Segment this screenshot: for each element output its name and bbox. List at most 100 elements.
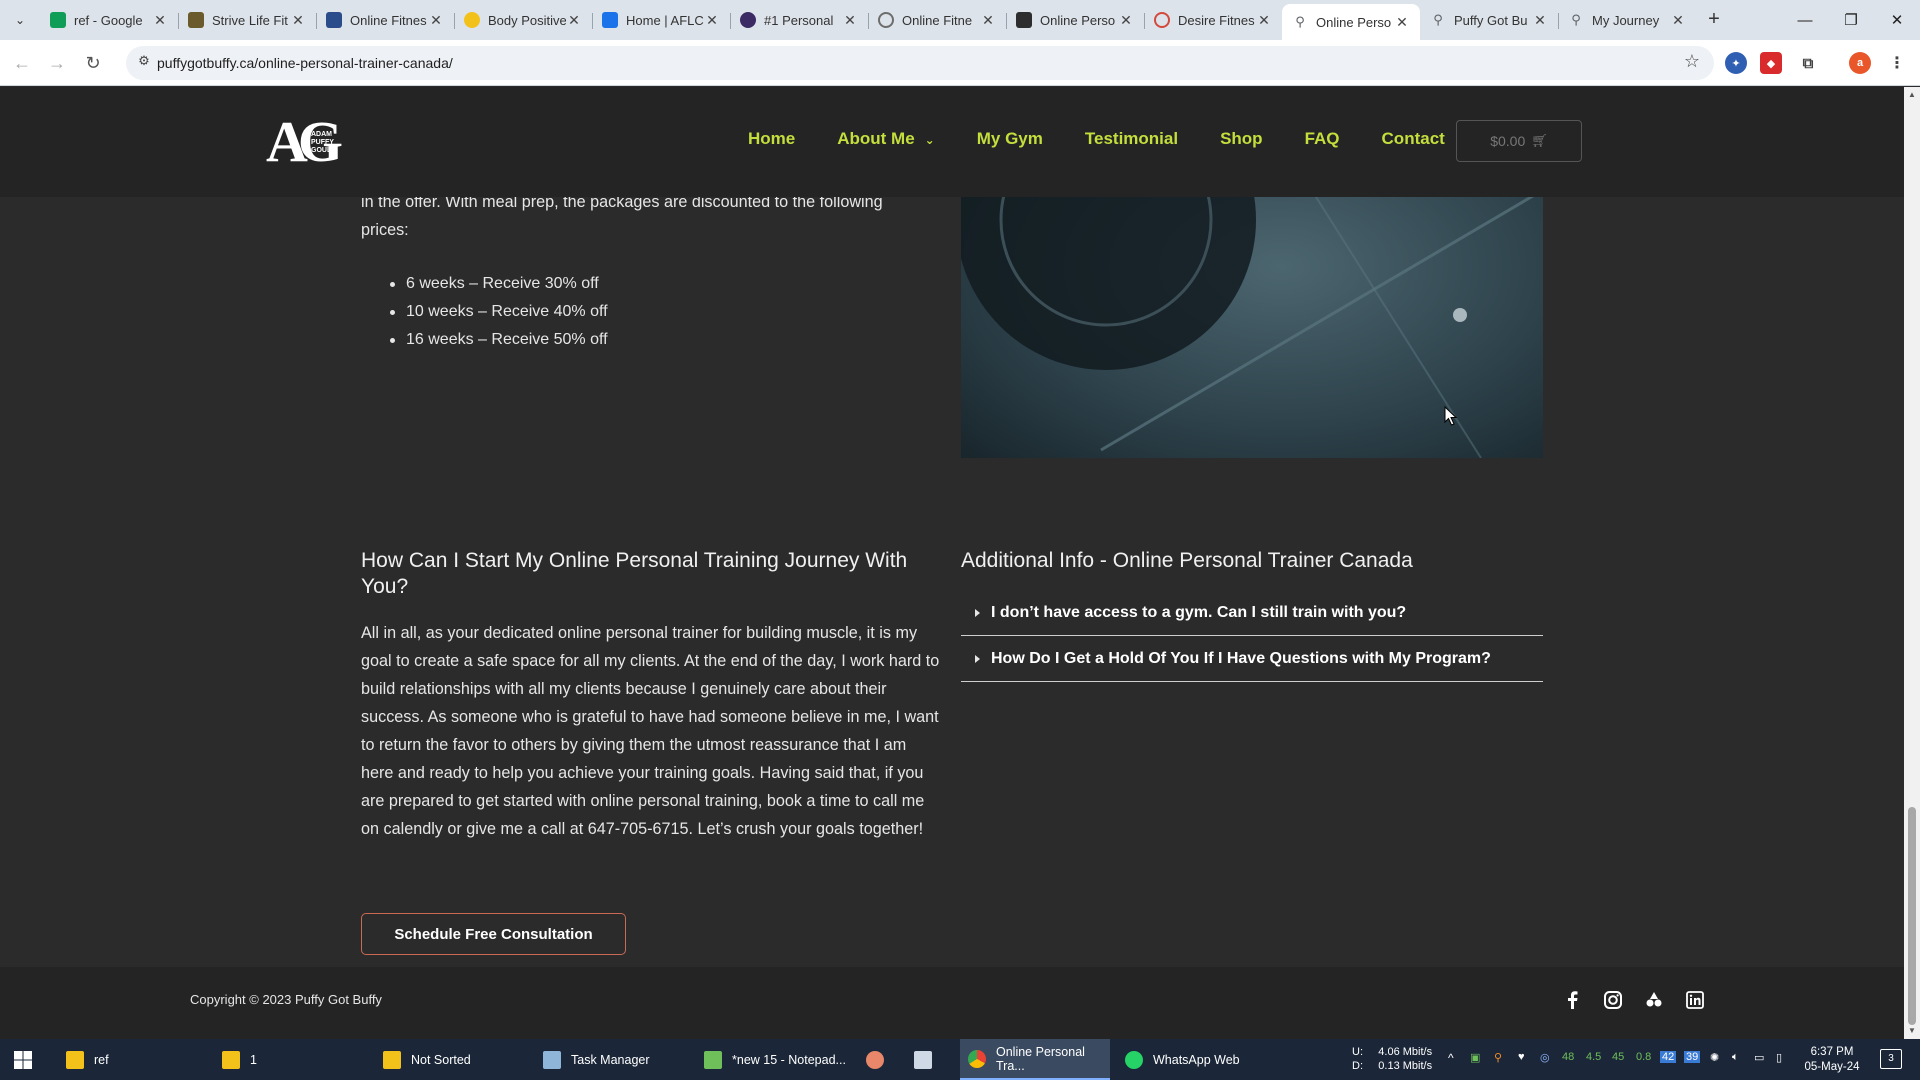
nav-item-about[interactable]: About Me ⌄ [837, 129, 935, 149]
battery-icon[interactable]: ▭ [1754, 1051, 1764, 1064]
more-menu-icon[interactable]: ⋮ [1886, 52, 1908, 74]
nav-item-testimonial[interactable]: Testimonial [1085, 129, 1178, 149]
window-close-icon[interactable]: ✕ [1874, 0, 1920, 40]
tray-app-icon[interactable]: ✺ [1710, 1051, 1719, 1064]
tab[interactable]: Strive Life Fit ✕ [178, 4, 316, 36]
tab[interactable]: Online Perso ✕ [1006, 4, 1144, 36]
close-icon[interactable]: ✕ [566, 12, 582, 29]
list-item: 6 weeks – Receive 30% off [390, 270, 608, 298]
address-bar[interactable]: ⚙ puffygotbuffy.ca/online-personal-train… [126, 46, 1714, 80]
schedule-consultation-button[interactable]: Schedule Free Consultation [361, 913, 626, 955]
tab[interactable]: Body Positive ✕ [454, 4, 592, 36]
tab-search-chevron-icon[interactable]: ⌄ [8, 8, 32, 32]
extension-shield-icon[interactable]: ◆ [1760, 52, 1782, 74]
nav-item-faq[interactable]: FAQ [1305, 129, 1340, 149]
nav-item-shop[interactable]: Shop [1220, 129, 1263, 149]
faq-item[interactable]: I don’t have access to a gym. Can I stil… [961, 590, 1543, 636]
tray-value: 45 [1612, 1051, 1625, 1063]
restore-icon[interactable]: ❐ [1828, 0, 1874, 40]
scrollbar-thumb[interactable] [1908, 807, 1916, 1025]
tab[interactable]: ⚲ My Journey ✕ [1558, 4, 1696, 36]
extension-icon[interactable]: ✦ [1725, 52, 1747, 74]
cart-button[interactable]: $0.00 🛒︎ [1456, 120, 1582, 162]
tab[interactable]: Online Fitne ✕ [868, 4, 1006, 36]
page-scrollbar[interactable]: ▲ ▼ [1904, 87, 1920, 1039]
nav-item-my-gym[interactable]: My Gym [977, 129, 1043, 149]
tab[interactable]: Home | AFLC ✕ [592, 4, 730, 36]
tray-search-icon[interactable]: ⚲ [1494, 1051, 1502, 1064]
close-icon[interactable]: ✕ [980, 12, 996, 29]
faq-question[interactable]: I don’t have access to a gym. Can I stil… [991, 604, 1406, 622]
notifications-icon[interactable]: 3 [1880, 1049, 1902, 1069]
windows-logo-icon [14, 1050, 32, 1069]
linkedin-icon[interactable] [1684, 989, 1706, 1011]
bookmark-star-icon[interactable]: ☆ [1684, 51, 1700, 72]
close-icon[interactable]: ✕ [1118, 12, 1134, 29]
tray-badge[interactable]: 42 [1660, 1051, 1677, 1063]
tab-active[interactable]: ⚲ Online Perso ✕ [1282, 4, 1420, 40]
whatsapp-icon [1125, 1050, 1143, 1069]
tab[interactable]: Online Fitnes ✕ [316, 4, 454, 36]
nav-item-label[interactable]: About Me [837, 129, 914, 148]
close-icon[interactable]: ✕ [1256, 12, 1272, 29]
site-logo[interactable]: AG ADAM PUFFY GOULD [266, 113, 344, 171]
close-icon[interactable]: ✕ [428, 12, 444, 29]
caret-right-icon [975, 608, 980, 617]
profile-avatar[interactable]: a [1849, 52, 1871, 74]
instagram-icon[interactable] [1602, 989, 1624, 1011]
page-content: in the offer. With meal prep, the packag… [0, 87, 1904, 1039]
back-icon[interactable]: ← [10, 51, 34, 75]
nav-item-contact[interactable]: Contact [1382, 129, 1445, 149]
browser-toolbar: ← → ↻ ⚙ puffygotbuffy.ca/online-personal… [0, 40, 1920, 86]
close-icon[interactable]: ✕ [842, 12, 858, 29]
network-speed: U: 4.06 Mbit/s D: 0.13 Mbit/s [1352, 1045, 1432, 1073]
taskbar-item[interactable]: Task Manager [535, 1039, 685, 1080]
taskbar-label: *new 15 - Notepad... [732, 1052, 846, 1067]
new-tab-icon[interactable]: + [1702, 8, 1726, 32]
facebook-icon[interactable] [1561, 989, 1583, 1011]
reload-icon[interactable]: ↻ [81, 51, 105, 75]
network-icon[interactable]: ▯ [1776, 1051, 1782, 1064]
taskbar-item[interactable] [858, 1039, 898, 1080]
taskbar-item-active[interactable]: Online Personal Tra... [960, 1039, 1110, 1080]
volume-icon[interactable]: 🔈︎ [1732, 1051, 1739, 1064]
taskbar-item[interactable]: ref [58, 1039, 208, 1080]
taskbar-item[interactable] [906, 1039, 946, 1080]
tab[interactable]: ⚲ Puffy Got Bu ✕ [1420, 4, 1558, 36]
taskbar-item[interactable]: *new 15 - Notepad... [696, 1039, 846, 1080]
chevron-down-icon[interactable]: ⌄ [925, 133, 935, 147]
faq-item[interactable]: How Do I Get a Hold Of You If I Have Que… [961, 636, 1543, 682]
minimize-icon[interactable]: — [1782, 0, 1828, 40]
tiktok-icon[interactable] [1643, 989, 1665, 1011]
system-clock[interactable]: 6:37 PM 05-May-24 [1796, 1045, 1868, 1075]
tab[interactable]: ref - Google ✕ [40, 4, 178, 36]
taskbar-item[interactable]: 1 [214, 1039, 364, 1080]
extensions-puzzle-icon[interactable]: ⧉ [1797, 52, 1819, 74]
tray-app-icon[interactable]: ♥ [1518, 1051, 1525, 1063]
forward-icon[interactable]: → [45, 51, 69, 75]
scroll-down-icon[interactable]: ▼ [1904, 1023, 1920, 1039]
faq-accordion: I don’t have access to a gym. Can I stil… [961, 590, 1543, 682]
close-icon[interactable]: ✕ [1532, 12, 1548, 29]
scroll-up-icon[interactable]: ▲ [1904, 87, 1920, 103]
taskbar-item[interactable]: Not Sorted [375, 1039, 525, 1080]
close-icon[interactable]: ✕ [1394, 14, 1410, 31]
tab[interactable]: Desire Fitnes ✕ [1144, 4, 1282, 36]
close-icon[interactable]: ✕ [152, 12, 168, 29]
close-icon[interactable]: ✕ [1670, 12, 1686, 29]
close-icon[interactable]: ✕ [290, 12, 306, 29]
close-icon[interactable]: ✕ [704, 12, 720, 29]
taskbar-item[interactable]: WhatsApp Web [1117, 1039, 1267, 1080]
tray-badge[interactable]: 39 [1684, 1051, 1701, 1063]
tab[interactable]: #1 Personal ✕ [730, 4, 868, 36]
app-icon [866, 1050, 884, 1069]
start-button[interactable] [0, 1039, 46, 1080]
tray-chevron-up-icon[interactable]: ^ [1448, 1051, 1454, 1065]
tab-title: Online Perso [1040, 12, 1116, 28]
url-text[interactable]: puffygotbuffy.ca/online-personal-trainer… [157, 55, 453, 71]
site-info-icon[interactable]: ⚙ [134, 53, 154, 73]
faq-question[interactable]: How Do I Get a Hold Of You If I Have Que… [991, 650, 1491, 668]
nav-item-home[interactable]: Home [748, 129, 795, 149]
tray-app-icon[interactable]: ▣ [1470, 1051, 1480, 1064]
tray-app-icon[interactable]: ◎ [1540, 1051, 1550, 1064]
